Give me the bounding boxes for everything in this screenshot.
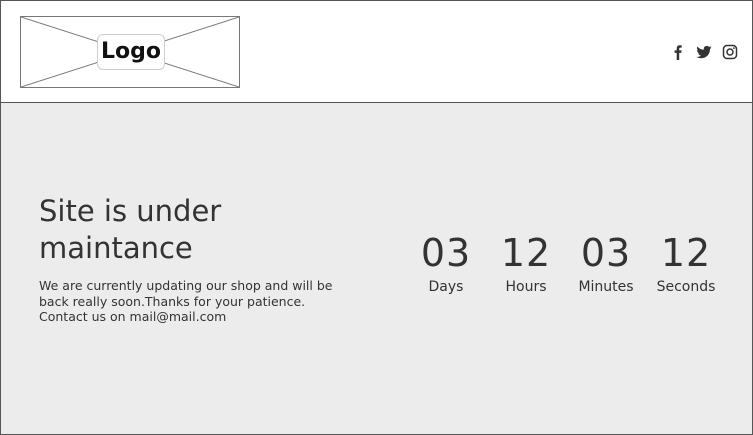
social-links: [670, 42, 738, 62]
countdown-seconds-label: Seconds: [656, 279, 716, 295]
countdown-days-value: 03: [420, 231, 472, 275]
countdown-minutes-value: 03: [580, 231, 632, 275]
countdown-hours-value: 12: [500, 231, 552, 275]
countdown-days-label: Days: [428, 279, 464, 295]
twitter-icon[interactable]: [696, 44, 712, 60]
countdown-minutes: 03 Minutes: [566, 231, 646, 295]
countdown-timer: 03 Days 12 Hours 03 Minutes 12 Seconds: [406, 231, 726, 295]
countdown-seconds-value: 12: [660, 231, 712, 275]
logo-text: Logo: [97, 34, 165, 70]
countdown-seconds: 12 Seconds: [646, 231, 726, 295]
maintenance-headline: Site is under maintance: [39, 194, 222, 265]
countdown-hours-label: Hours: [505, 279, 547, 295]
instagram-icon[interactable]: [722, 44, 738, 60]
maintenance-message: We are currently updating our shop and w…: [39, 278, 333, 324]
page-frame: Logo Site is under maintance We are curr…: [0, 0, 753, 435]
countdown-days: 03 Days: [406, 231, 486, 295]
facebook-icon[interactable]: [670, 44, 686, 60]
logo-placeholder[interactable]: Logo: [20, 16, 240, 88]
countdown-minutes-label: Minutes: [578, 279, 634, 295]
countdown-hours: 12 Hours: [486, 231, 566, 295]
site-header: Logo: [1, 1, 752, 103]
